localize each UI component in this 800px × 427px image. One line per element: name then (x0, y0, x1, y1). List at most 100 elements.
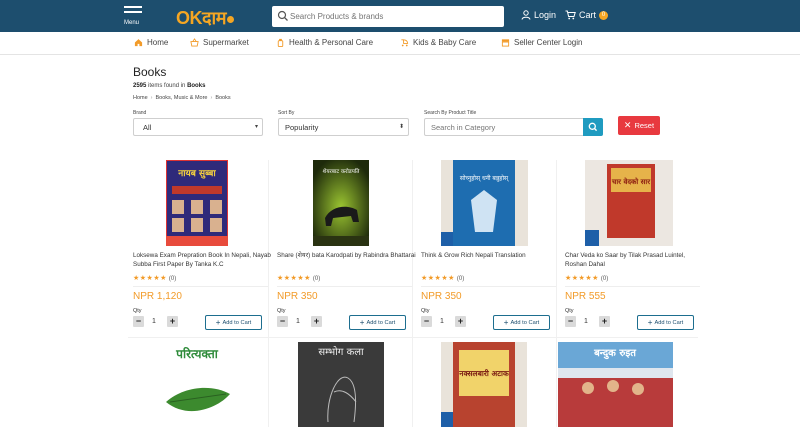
search-icon (277, 10, 288, 21)
product-card[interactable]: शेयरबाट करोडपति Share (शेयर) bata Karodp… (277, 160, 417, 338)
product-price: NPR 1,120 (133, 291, 182, 302)
category-search-input[interactable] (424, 118, 584, 136)
add-to-cart-button[interactable]: + Add to Cart (637, 315, 694, 330)
rating-stars: ★★★★★ (0) (565, 275, 609, 282)
product-title[interactable]: Char Veda ko Saar by Tilak Prasad Luinte… (565, 251, 705, 269)
product-image[interactable]: सम्भोग कला (298, 342, 384, 427)
health-icon (277, 38, 284, 47)
rating-stars: ★★★★★ (0) (133, 275, 177, 282)
breadcrumb-home[interactable]: Home (133, 95, 148, 101)
cover-title: सोच्नुहोस् धनी बन्नुहोस् (460, 174, 509, 182)
rating-count: (0) (168, 276, 177, 282)
results-category: Books (187, 83, 206, 89)
product-title[interactable]: Loksewa Exam Prepration Book In Nepali, … (133, 251, 273, 269)
card-divider (133, 286, 268, 287)
product-card[interactable]: चार वेदको सार Char Veda ko Saar by Tilak… (565, 160, 705, 338)
chevron-down-icon: ▾ (254, 124, 258, 130)
qty-decrement-button[interactable]: − (133, 316, 144, 327)
product-image[interactable]: परित्यक्ता (160, 342, 234, 427)
rating-count: (0) (312, 276, 321, 282)
nav-item-seller-center[interactable]: Seller Center Login (501, 38, 582, 47)
stroller-icon (401, 39, 409, 47)
qty-increment-button[interactable]: + (311, 316, 322, 327)
cart-label: Cart (579, 10, 597, 20)
product-card[interactable]: सोच्नुहोस् धनी बन्नुहोस् Think & Grow Ri… (421, 160, 561, 338)
add-to-cart-button[interactable]: + Add to Cart (349, 315, 406, 330)
sort-select[interactable]: Popularity ⬍ (278, 118, 409, 136)
qty-increment-button[interactable]: + (455, 316, 466, 327)
qty-decrement-button[interactable]: − (565, 316, 576, 327)
product-image[interactable]: सोच्नुहोस् धनी बन्नुहोस् (441, 160, 528, 246)
add-to-cart-label: Add to Cart (366, 319, 396, 326)
cover-title: शेयरबाट करोडपति (323, 168, 361, 175)
plus-icon: + (503, 318, 509, 327)
breadcrumb-books-music[interactable]: Books, Music & More (156, 95, 208, 101)
card-divider (421, 286, 556, 287)
top-header: Menu OKदाम Login Cart 0 (0, 0, 800, 32)
add-to-cart-button[interactable]: + Add to Cart (493, 315, 550, 330)
reset-button[interactable]: ✕ Reset (618, 116, 660, 135)
product-price: NPR 350 (277, 291, 318, 302)
login-link[interactable]: Login (521, 10, 556, 20)
close-icon: ✕ (623, 120, 632, 130)
cover-title: परित्यक्ता (175, 347, 219, 361)
product-image[interactable]: नक्सलबारी अटाक (441, 342, 527, 427)
cover-title: बन्दुक रुइत (593, 348, 637, 360)
title-search-label: Search By Product Title (424, 110, 477, 116)
category-search-button[interactable] (583, 118, 603, 136)
nav-item-health[interactable]: Health & Personal Care (276, 38, 373, 47)
nav-label: Kids & Baby Care (413, 38, 477, 47)
category-nav: Home Supermarket Health & Personal Care … (0, 32, 800, 55)
plus-icon: + (359, 318, 365, 327)
search-icon (588, 122, 598, 132)
cover-title: नक्सलबारी अटाक (458, 369, 510, 378)
nav-label: Seller Center Login (514, 38, 583, 47)
qty-label: Qty (277, 308, 286, 314)
breadcrumb-separator-icon: › (150, 95, 153, 101)
qty-value[interactable]: 1 (440, 318, 444, 325)
nav-item-home[interactable]: Home (134, 38, 168, 47)
store-icon (501, 39, 510, 47)
breadcrumb-books: Books (215, 95, 231, 101)
header-search[interactable] (272, 6, 504, 27)
logo-dam: दाम (202, 8, 226, 28)
cover-title: नायब सुब्बा (177, 169, 216, 179)
menu-icon (124, 6, 142, 8)
qty-increment-button[interactable]: + (599, 316, 610, 327)
login-label: Login (534, 10, 557, 20)
product-image[interactable]: चार वेदको सार (585, 160, 673, 246)
plus-icon: + (215, 318, 221, 327)
header-search-input[interactable] (290, 8, 500, 25)
plus-icon: + (647, 318, 653, 327)
product-card[interactable]: नायब सुब्बा Loksewa Exam Prepration Book… (133, 160, 273, 338)
card-divider (565, 286, 700, 287)
add-to-cart-button[interactable]: + Add to Cart (205, 315, 262, 330)
menu-label: Menu (124, 20, 140, 26)
product-image[interactable]: नायब सुब्बा (166, 160, 228, 246)
qty-decrement-button[interactable]: − (421, 316, 432, 327)
nav-item-kids[interactable]: Kids & Baby Care (400, 38, 476, 47)
add-to-cart-label: Add to Cart (654, 319, 684, 326)
product-title[interactable]: Think & Grow Rich Nepali Translation (421, 251, 561, 260)
logo-dot-icon (226, 15, 234, 23)
qty-value[interactable]: 1 (152, 318, 156, 325)
brand-select[interactable]: All ▾ (133, 118, 263, 136)
sort-label: Sort By (278, 110, 295, 116)
product-image[interactable]: बन्दुक रुइत (558, 342, 673, 427)
site-logo[interactable]: OKदाम (176, 6, 234, 30)
product-title[interactable]: Share (शेयर) bata Karodpati by Rabindra … (277, 251, 417, 260)
cover-title: सम्भोग कला (318, 346, 364, 358)
nav-label: Health & Personal Care (289, 38, 374, 47)
basket-icon (190, 38, 199, 47)
nav-item-supermarket[interactable]: Supermarket (190, 38, 249, 47)
qty-value[interactable]: 1 (296, 318, 300, 325)
menu-button[interactable]: Menu (124, 6, 144, 28)
qty-increment-button[interactable]: + (167, 316, 178, 327)
results-count: 2595 items found in Books (133, 83, 205, 89)
product-price: NPR 555 (565, 291, 606, 302)
qty-value[interactable]: 1 (584, 318, 588, 325)
product-image[interactable]: शेयरबाट करोडपति (313, 160, 369, 246)
qty-decrement-button[interactable]: − (277, 316, 288, 327)
updown-icon: ⬍ (398, 124, 404, 130)
cart-link[interactable]: Cart 0 (565, 10, 609, 20)
